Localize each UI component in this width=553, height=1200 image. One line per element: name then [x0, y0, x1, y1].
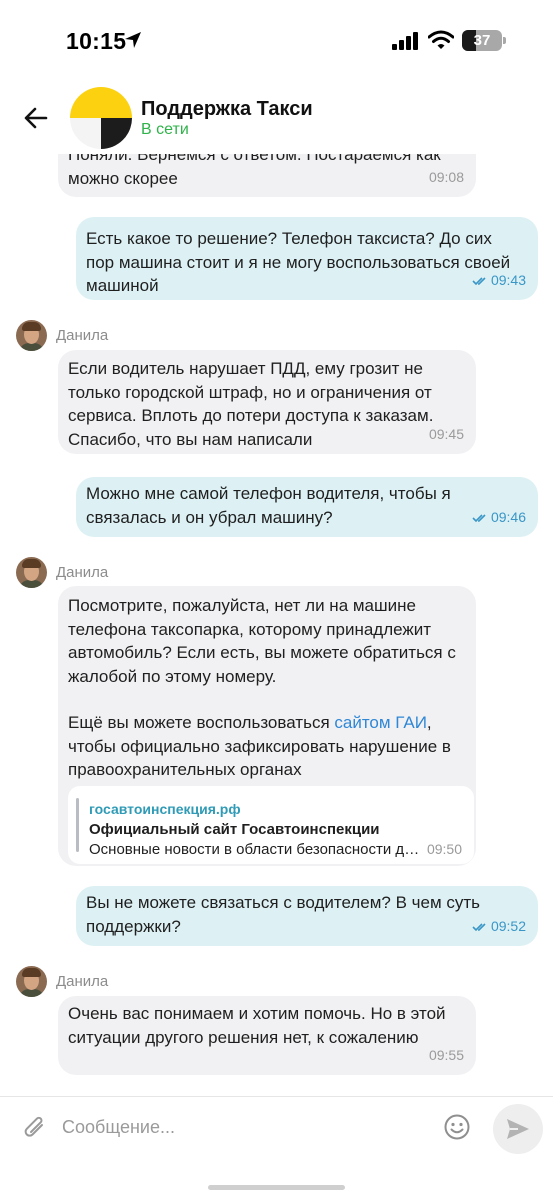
- message-time: 09:50: [426, 841, 462, 857]
- sender-avatar[interactable]: [16, 320, 47, 351]
- message-text: Есть какое то решение? Телефон таксиста?…: [86, 229, 511, 295]
- link-preview-description: Основные новости в области безопасности …: [89, 841, 424, 858]
- message-time: 09:45: [428, 425, 464, 442]
- message-outgoing: Есть какое то решение? Телефон таксиста?…: [76, 217, 538, 300]
- message-text: Поняли. Вернемся с ответом. Постараемся …: [68, 154, 441, 188]
- message-incoming: Если водитель нарушает ПДД, ему грозит н…: [58, 350, 476, 454]
- read-ticks-icon: [472, 922, 486, 931]
- message-text: Если водитель нарушает ПДД, ему грозит н…: [68, 359, 434, 449]
- message-meta: 09:43: [472, 269, 526, 293]
- read-ticks-icon: [472, 276, 486, 285]
- send-icon: [507, 1119, 529, 1139]
- message-time: 09:55: [428, 1046, 464, 1063]
- read-ticks-icon: [472, 513, 486, 522]
- message-meta: 09:46: [472, 506, 526, 530]
- message-time: 09:46: [490, 508, 526, 525]
- message-text: Посмотрите, пожалуйста, нет ли на машине…: [68, 596, 456, 686]
- message-input[interactable]: [62, 1109, 434, 1145]
- send-button[interactable]: [493, 1104, 543, 1154]
- sender-avatar[interactable]: [16, 557, 47, 588]
- message-text: Очень вас понимаем и хотим помочь. Но в …: [68, 1004, 446, 1047]
- chat-header: Поддержка Такси В сети: [0, 84, 553, 154]
- message-composer: [0, 1096, 553, 1200]
- message-time: 09:43: [490, 271, 526, 288]
- status-time: 10:15: [66, 28, 127, 54]
- paperclip-icon[interactable]: [22, 1113, 48, 1143]
- message-text-2: Ещё вы можете воспользоваться сайтом ГАИ…: [68, 713, 451, 779]
- sender-name: Данила: [56, 973, 109, 990]
- signal-icon: [392, 32, 418, 50]
- message-time: 09:52: [490, 917, 526, 934]
- battery-icon: 37: [462, 30, 502, 51]
- status-bar: 10:15 37: [0, 0, 553, 84]
- gai-site-link[interactable]: сайтом ГАИ: [334, 713, 427, 732]
- message-outgoing: Вы не можете связаться с водителем? В че…: [76, 886, 538, 946]
- battery-level: 37: [473, 32, 491, 49]
- smile-icon[interactable]: [443, 1113, 471, 1141]
- home-indicator: [208, 1185, 345, 1190]
- message-time: 09:08: [428, 168, 464, 185]
- online-status: В сети: [141, 121, 189, 138]
- taxi-logo: [70, 87, 132, 149]
- sender-avatar[interactable]: [16, 966, 47, 997]
- message-incoming: Посмотрите, пожалуйста, нет ли на машине…: [58, 586, 476, 866]
- location-arrow-icon: [125, 32, 141, 48]
- message-text: Вы не можете связаться с водителем? В че…: [86, 893, 481, 936]
- message-outgoing: Можно мне самой телефон водителя, чтобы …: [76, 477, 538, 537]
- sender-name: Данила: [56, 564, 109, 581]
- message-meta: 09:52: [472, 915, 526, 939]
- wifi-icon: [428, 30, 454, 49]
- link-preview[interactable]: госавтоинспекция.рф Официальный сайт Гос…: [68, 786, 474, 864]
- message-text: Можно мне самой телефон водителя, чтобы …: [86, 484, 451, 527]
- message-incoming: Поняли. Вернемся с ответом. Постараемся …: [58, 154, 476, 197]
- chat-title: Поддержка Такси: [141, 98, 313, 120]
- arrow-left-icon[interactable]: [22, 104, 50, 132]
- message-incoming: Очень вас понимаем и хотим помочь. Но в …: [58, 996, 476, 1075]
- chat-messages[interactable]: Поняли. Вернемся с ответом. Постараемся …: [0, 154, 553, 1096]
- sender-name: Данила: [56, 327, 109, 344]
